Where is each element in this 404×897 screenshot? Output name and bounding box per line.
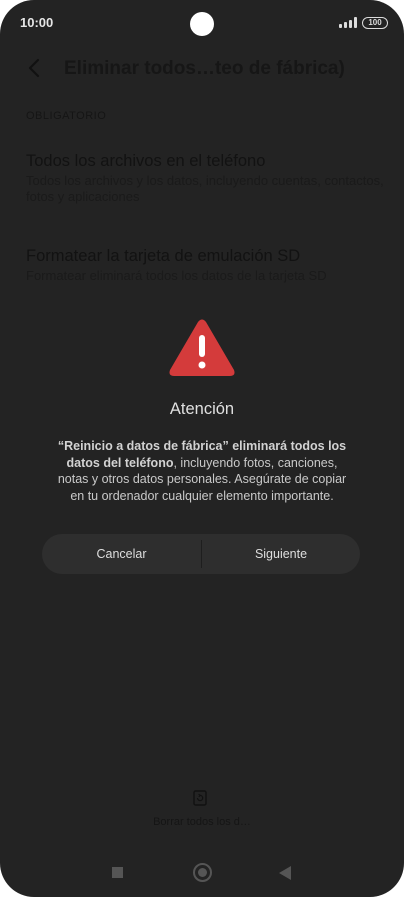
app-bar: Eliminar todos…teo de fábrica) [0,48,404,88]
option-subtitle: Formatear eliminará todos los datos de l… [26,268,327,283]
warning-dialog: Atención “Reinicio a datos de fábrica” e… [0,300,404,600]
status-bar: 10:00 100 [0,0,404,46]
option-subtitle: Todos los archivos y los datos, incluyen… [26,173,384,204]
dialog-message: “Reinicio a datos de fábrica” eliminará … [52,438,352,504]
option-all-files[interactable]: Todos los archivos en el teléfono Todos … [26,152,386,205]
navigation-bar [0,858,404,888]
option-format-sd[interactable]: Formatear la tarjeta de emulación SD For… [26,247,386,284]
warning-icon [169,319,235,376]
erase-all-button[interactable]: Borrar todos los d… [130,788,274,830]
battery-level: 100 [368,18,382,27]
camera-cutout [190,12,214,36]
phone-screen: 10:00 100 Eliminar todos…teo de fábrica)… [0,0,404,897]
home-circle-icon[interactable] [193,863,212,882]
erase-all-label: Borrar todos los d… [153,816,251,828]
signal-icon [339,17,357,28]
section-label: OBLIGATORIO [26,110,107,122]
option-title: Todos los archivos en el teléfono [26,152,266,170]
next-button[interactable]: Siguiente [202,534,360,574]
option-title: Formatear la tarjeta de emulación SD [26,247,301,265]
dialog-title: Atención [169,400,235,418]
recents-square-icon[interactable] [112,867,123,878]
cancel-button[interactable]: Cancelar [42,534,201,574]
status-time: 10:00 [20,15,54,30]
back-arrow-icon[interactable] [24,56,46,80]
dialog-buttons: Cancelar Siguiente [42,534,360,574]
battery-icon: 100 [362,17,388,29]
back-triangle-icon[interactable] [279,866,291,880]
erase-phone-icon [193,790,207,806]
page-title: Eliminar todos…teo de fábrica) [64,58,345,79]
